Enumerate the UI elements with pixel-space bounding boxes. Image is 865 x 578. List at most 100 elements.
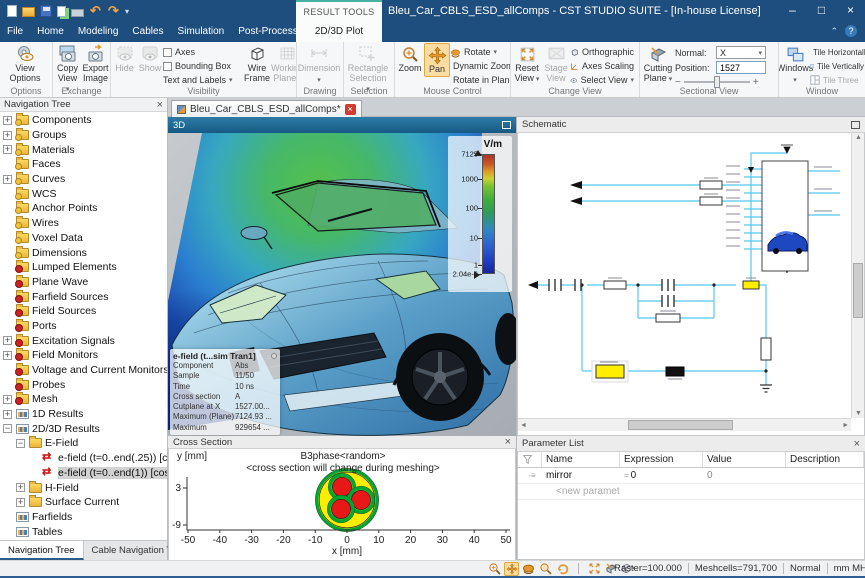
tree-item[interactable]: Farfield Sources: [0, 289, 167, 304]
maximize-icon[interactable]: [851, 121, 860, 129]
tree-item[interactable]: +Components: [0, 113, 167, 128]
tree-item[interactable]: +Field Monitors: [0, 348, 167, 363]
tree-item[interactable]: Faces: [0, 157, 167, 172]
tree-expander-icon[interactable]: +: [3, 131, 12, 140]
undo-icon[interactable]: ↶: [89, 5, 102, 17]
status-zoom-icon[interactable]: [487, 562, 502, 576]
help-icon[interactable]: ?: [845, 25, 857, 37]
tree-item[interactable]: Plane Wave: [0, 275, 167, 290]
status-rotate-icon[interactable]: [521, 562, 536, 576]
new-project-icon[interactable]: [7, 5, 17, 17]
maximize-button[interactable]: □: [807, 0, 836, 22]
document-close-icon[interactable]: ×: [345, 104, 356, 115]
redo-icon[interactable]: ↷: [107, 5, 120, 17]
tree-item[interactable]: Wires: [0, 216, 167, 231]
pin-icon[interactable]: [271, 353, 277, 359]
tree-expander-icon[interactable]: +: [16, 498, 25, 507]
slider-track[interactable]: [684, 81, 750, 83]
axes-checkbox[interactable]: [163, 48, 172, 57]
status-reset-view-icon[interactable]: [587, 562, 602, 576]
tree-item[interactable]: +Surface Current: [0, 495, 167, 510]
status-pan-icon[interactable]: [504, 562, 519, 576]
open-project-icon[interactable]: [22, 7, 35, 17]
copy-icon[interactable]: [57, 6, 66, 17]
close-button[interactable]: ×: [836, 0, 865, 22]
export-image-button[interactable]: Export Image: [81, 43, 110, 84]
dimension-button[interactable]: Dimension ▾: [298, 43, 340, 86]
tree-item[interactable]: WCS: [0, 186, 167, 201]
close-icon[interactable]: ×: [505, 436, 511, 448]
tree-item[interactable]: −E-Field: [0, 436, 167, 451]
tree-item[interactable]: Probes: [0, 377, 167, 392]
tree-item[interactable]: Voxel Data: [0, 231, 167, 246]
axes-checkbox-row[interactable]: Axes: [163, 45, 243, 59]
reset-view-button[interactable]: Reset View ▾: [512, 43, 542, 85]
status-rotate-in-plane-icon[interactable]: [555, 562, 570, 576]
close-icon[interactable]: ×: [854, 438, 860, 450]
tree-item[interactable]: Dimensions: [0, 245, 167, 260]
tree-item[interactable]: +Curves: [0, 172, 167, 187]
windows-button[interactable]: Windows ▾: [780, 43, 810, 86]
column-header-description[interactable]: Description: [786, 452, 864, 467]
tree-item[interactable]: Field Sources: [0, 304, 167, 319]
tree-item[interactable]: Farfields: [0, 510, 167, 525]
tab-navigation-tree[interactable]: Navigation Tree: [0, 541, 84, 560]
working-plane-button[interactable]: Working Plane ▾: [271, 43, 297, 85]
orthographic-button[interactable]: Orthographic: [570, 45, 634, 59]
tree-item[interactable]: Ports: [0, 319, 167, 334]
tab-cables[interactable]: Cables: [125, 22, 170, 42]
tab-modeling[interactable]: Modeling: [71, 22, 126, 42]
tree-item[interactable]: +Excitation Signals: [0, 333, 167, 348]
tree-expander-icon[interactable]: +: [3, 175, 12, 184]
tree-item[interactable]: +1D Results: [0, 407, 167, 422]
tree-item[interactable]: Lumped Elements: [0, 260, 167, 275]
tree-expander-icon[interactable]: +: [3, 410, 12, 419]
new-parameter-row[interactable]: <new parameter>: [518, 484, 864, 500]
tree-expander-icon[interactable]: −: [16, 439, 25, 448]
parameter-row[interactable]: -≡ mirror =0 0: [518, 468, 864, 484]
schematic-canvas[interactable]: ▲ ▼ ◄ ►: [517, 133, 865, 436]
tree-item[interactable]: +H-Field: [0, 480, 167, 495]
filter-column-header[interactable]: [518, 452, 542, 467]
schematic-vertical-scrollbar[interactable]: ▲ ▼: [851, 133, 864, 418]
tree-expander-icon[interactable]: +: [3, 145, 12, 154]
column-header-expression[interactable]: Expression: [620, 452, 703, 467]
tree-item[interactable]: Anchor Points: [0, 201, 167, 216]
hide-button[interactable]: Hide: [112, 43, 137, 75]
tree-expander-icon[interactable]: −: [3, 424, 12, 433]
tree-item[interactable]: e-field (t=0..end(1)) [cosim Tran1]: [0, 466, 167, 481]
scrollbar-thumb[interactable]: [628, 420, 733, 430]
tile-horizontally-button[interactable]: Tile Horizontally: [810, 45, 864, 59]
scrollbar-thumb[interactable]: [853, 263, 863, 318]
tab-file[interactable]: File: [0, 22, 30, 42]
tree-item[interactable]: e-field (t=0..end(.25)) [cosim Tran1]: [0, 451, 167, 466]
tree-expander-icon[interactable]: +: [3, 116, 12, 125]
normal-select[interactable]: X▾: [716, 46, 766, 59]
wire-frame-button[interactable]: Wire Frame: [243, 43, 271, 84]
tree-item[interactable]: Voltage and Current Monitors: [0, 363, 167, 378]
minimize-button[interactable]: –: [778, 0, 807, 22]
schematic-horizontal-scrollbar[interactable]: ◄ ►: [518, 418, 851, 431]
stage-view-button[interactable]: Stage View: [542, 43, 570, 84]
position-input[interactable]: [716, 61, 766, 74]
collapse-ribbon-icon[interactable]: ⌃: [830, 26, 838, 37]
axes-scaling-button[interactable]: Axes Scaling: [570, 59, 634, 73]
dynamic-zoom-button[interactable]: Dynamic Zoom: [450, 59, 510, 73]
bounding-box-checkbox-row[interactable]: Bounding Box: [163, 59, 243, 73]
tree-item[interactable]: +Groups: [0, 128, 167, 143]
cutting-plane-button[interactable]: Cutting Plane ▾: [641, 43, 675, 85]
tree-item[interactable]: −2D/3D Results: [0, 421, 167, 436]
print-icon[interactable]: [71, 9, 84, 17]
tree-item[interactable]: +Mesh: [0, 392, 167, 407]
maximize-icon[interactable]: [502, 121, 511, 129]
show-button[interactable]: Show: [137, 43, 163, 75]
zoom-button[interactable]: Zoom: [396, 43, 424, 75]
tree-expander-icon[interactable]: +: [3, 351, 12, 360]
column-header-name[interactable]: Name: [542, 452, 620, 467]
tab-simulation[interactable]: Simulation: [171, 22, 232, 42]
save-icon[interactable]: [40, 5, 52, 17]
tab-2d3d-plot[interactable]: 2D/3D Plot: [296, 22, 382, 42]
tree-item[interactable]: +Materials: [0, 142, 167, 157]
status-dynamic-zoom-icon[interactable]: [538, 562, 553, 576]
view-options-button[interactable]: View Options: [1, 43, 49, 84]
